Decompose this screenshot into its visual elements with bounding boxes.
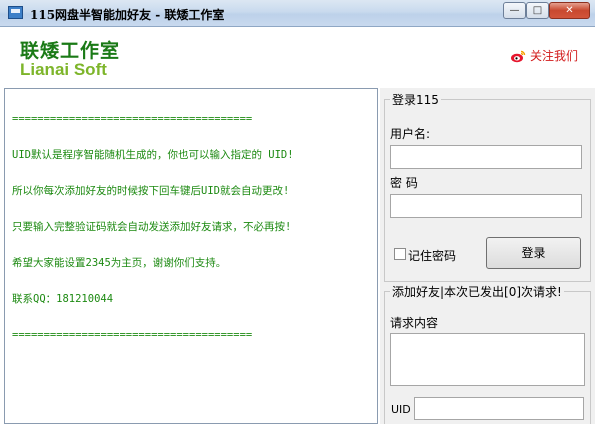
uid-label: UID (391, 403, 411, 416)
log-line: ====================================== (12, 113, 253, 125)
username-input[interactable] (390, 145, 582, 169)
app-icon (8, 6, 23, 19)
log-line: UID默认是程序智能随机生成的，你也可以输入指定的 UID! (12, 149, 294, 161)
log-line: 希望大家能设置2345为主页，谢谢你们支持。 (12, 257, 227, 269)
add-friend-group-title: 添加好友|本次已发出[0]次请求! (390, 283, 564, 300)
log-textarea[interactable]: ====================================== U… (4, 88, 378, 424)
login-button[interactable]: 登录 (486, 237, 581, 269)
logo-cn: 联矮工作室 (20, 40, 121, 62)
remember-password-checkbox[interactable] (394, 248, 406, 260)
log-line: ====================================== (12, 329, 253, 341)
password-label: 密 码 (390, 176, 418, 190)
title-bar[interactable]: 115网盘半智能加好友 - 联矮工作室 — □ ✕ (0, 0, 595, 27)
login-group-title: 登录115 (390, 91, 441, 108)
log-line: 只要输入完整验证码就会自动发送添加好友请求，不必再按! (12, 221, 292, 233)
window-title: 115网盘半智能加好友 - 联矮工作室 (30, 8, 225, 22)
close-button[interactable]: ✕ (549, 2, 590, 19)
logo-en: Lianai Soft (20, 60, 107, 79)
follow-us-label: 关注我们 (530, 49, 579, 63)
weibo-icon (511, 50, 526, 62)
username-label: 用户名: (390, 127, 431, 141)
header: 联矮工作室 Lianai Soft 关注我们 (0, 27, 595, 87)
log-content: ====================================== U… (12, 89, 294, 365)
log-line: 联系QQ：181210044 (12, 293, 114, 305)
password-input[interactable] (390, 194, 582, 218)
request-content-label: 请求内容 (390, 316, 439, 330)
follow-us-link[interactable]: 关注我们 (510, 47, 578, 64)
uid-input[interactable] (414, 397, 584, 420)
request-content-input[interactable] (390, 333, 585, 386)
log-line: 所以你每次添加好友的时候按下回车键后UID就会自动更改! (12, 185, 290, 197)
minimize-button[interactable]: — (503, 2, 526, 19)
remember-password-label: 记住密码 (408, 249, 457, 263)
maximize-button[interactable]: □ (526, 2, 549, 19)
